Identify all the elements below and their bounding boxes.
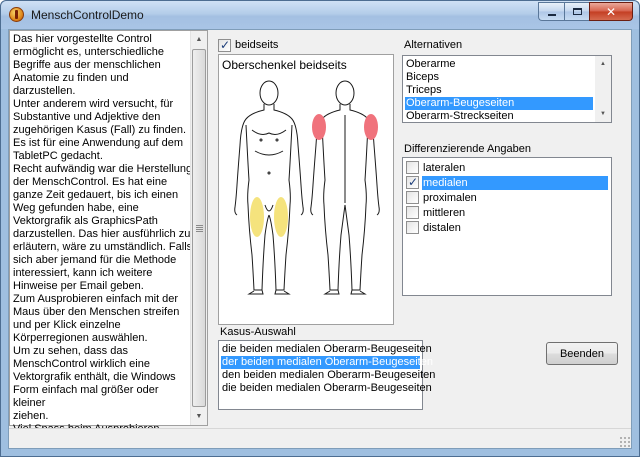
close-icon: ✕ [605,4,617,19]
mensch-control[interactable]: Oberschenkel beidseits [218,54,394,325]
alternativen-item[interactable]: Oberarme [405,58,593,71]
info-scrollbar[interactable]: ▲ ▼ [190,31,207,425]
scroll-down-icon[interactable]: ▼ [595,106,611,122]
alternativen-item[interactable]: Triceps [405,84,593,97]
differenzierende-checkbox[interactable] [406,175,419,189]
alternativen-label: Alternativen [404,39,463,51]
body-figure-svg[interactable] [219,55,393,324]
kasus-item-selected[interactable]: der beiden medialen Oberarm-Beugeseiten [221,356,433,369]
front-body-figure[interactable] [234,80,304,295]
scrollbar-thumb[interactable] [192,49,206,407]
kasus-listbox[interactable]: die beiden medialen Oberarm-Beugeseiten … [218,340,435,410]
minimize-button[interactable] [538,2,564,21]
differenzierende-checklist[interactable]: lateralen medialen proximalen mittleren … [402,157,612,296]
kasus-item[interactable]: den beiden medialen Oberarm-Beugeseiten [221,369,435,382]
beenden-button[interactable]: Beenden [546,342,618,365]
differenzierende-checkbox[interactable] [406,161,419,174]
minimize-icon [547,13,556,16]
figure-caption: Oberschenkel beidseits [222,58,347,72]
client-area: Das hier vorgestellte Control ermöglicht… [8,29,632,449]
alternativen-item[interactable]: Oberarm-Streckseiten [405,110,593,123]
differenzierende-checkbox[interactable] [406,206,419,219]
alternativen-listbox[interactable]: Oberarme Biceps Triceps Oberarm-Beugesei… [402,55,612,123]
maximize-icon [572,8,582,15]
differenzierende-item-label: medialen [422,176,608,190]
app-icon[interactable] [9,7,24,22]
beidseits-checkbox[interactable] [218,38,231,52]
differenzierende-checkbox[interactable] [406,221,419,234]
alternativen-scrollbar[interactable]: ▲ ▼ [595,56,611,122]
caption-buttons: ✕ [538,2,633,21]
splitter[interactable] [209,30,213,426]
differenzierende-item-label: mittleren [423,207,466,219]
back-body-figure[interactable] [310,80,380,295]
title-bar[interactable]: MenschControlDemo ✕ [1,1,639,29]
scroll-up-icon[interactable]: ▲ [191,31,207,48]
size-grip-icon[interactable] [619,436,630,447]
window-title: MenschControlDemo [31,8,144,22]
alternativen-item[interactable]: Biceps [405,71,593,84]
differenzierende-item-label: distalen [423,222,461,234]
differenzierende-item-label: lateralen [423,162,466,174]
maximize-button[interactable] [564,2,589,21]
differenzierende-item-label: proximalen [423,192,477,204]
info-text: Das hier vorgestellte Control ermöglicht… [13,33,193,435]
close-button[interactable]: ✕ [589,2,633,21]
status-bar [9,428,631,448]
app-window: MenschControlDemo ✕ Das hier vorgestellt… [0,0,640,457]
kasus-label: Kasus-Auswahl [220,326,296,338]
kasus-item[interactable]: die beiden medialen Oberarm-Beugeseiten [221,343,432,356]
differenzierende-label: Differenzierende Angaben [404,143,532,155]
scroll-down-icon[interactable]: ▼ [191,408,207,425]
differenzierende-checkbox[interactable] [406,191,419,204]
alternativen-item-selected[interactable]: Oberarm-Beugeseiten [405,97,593,110]
beidseits-label: beidseits [235,39,279,51]
scroll-up-icon[interactable]: ▲ [595,56,611,72]
kasus-item[interactable]: die beiden medialen Oberarm-Beugeseiten [221,382,432,395]
info-textbox[interactable]: Das hier vorgestellte Control ermöglicht… [9,30,208,435]
grip-icon [196,225,203,232]
front-thigh-highlight[interactable] [250,197,288,237]
